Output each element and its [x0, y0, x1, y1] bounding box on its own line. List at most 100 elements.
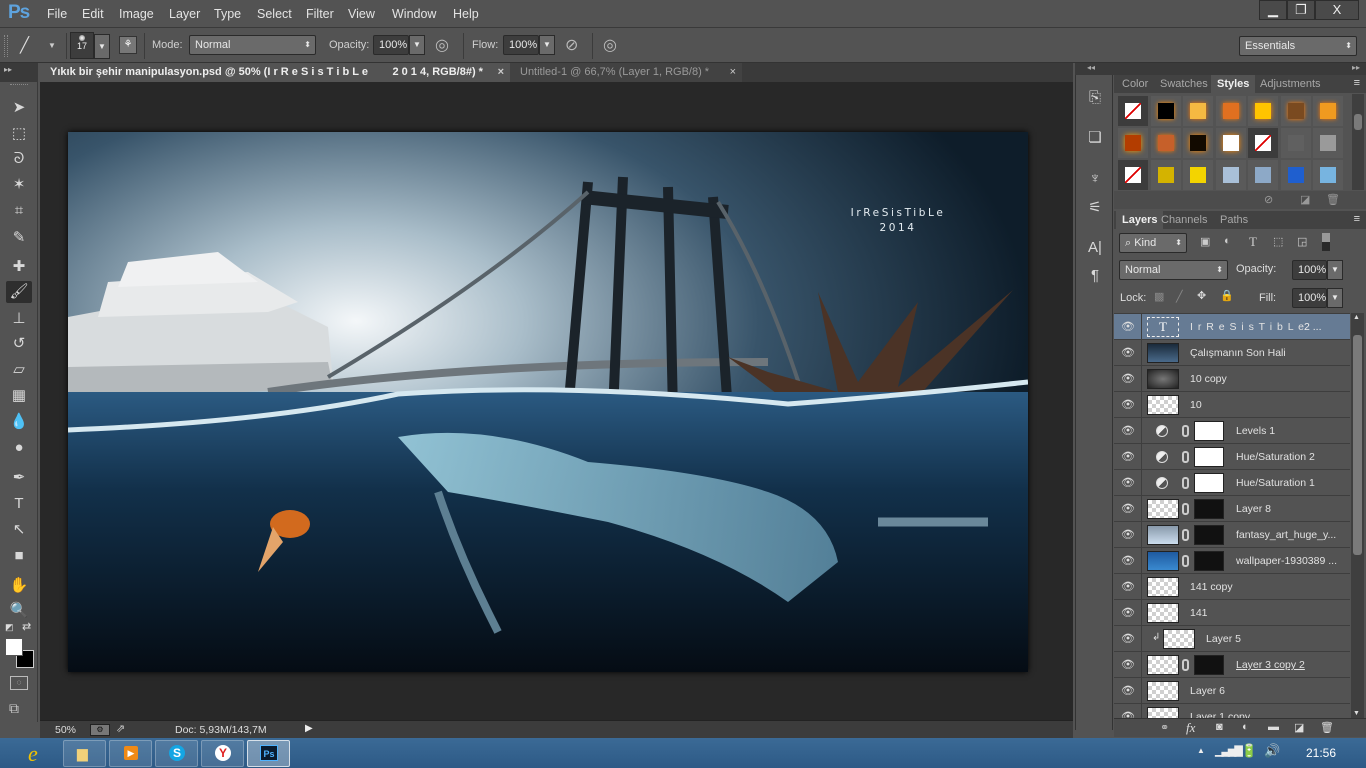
brush-size-picker[interactable]: 17 [70, 32, 94, 59]
visibility-toggle[interactable]: 👁 [1114, 496, 1142, 522]
style-swatch[interactable] [1118, 128, 1148, 158]
styles-scrollbar[interactable] [1352, 94, 1364, 190]
visibility-toggle[interactable]: 👁 [1114, 366, 1142, 392]
style-swatch[interactable] [1183, 96, 1213, 126]
delete-style-icon[interactable]: 🗑 [1326, 193, 1340, 206]
panel-menu-icon[interactable]: ≡ [1354, 213, 1360, 225]
network-icon[interactable]: ▁▃▅▇ [1215, 744, 1243, 757]
crop-tool[interactable]: ⌗ [6, 200, 32, 222]
tab-adjustments[interactable]: Adjustments [1254, 75, 1327, 93]
layer-row[interactable]: 👁 10 copy [1114, 366, 1350, 392]
visibility-toggle[interactable]: 👁 [1114, 600, 1142, 626]
menu-window[interactable]: Window [392, 7, 436, 21]
clear-style-icon[interactable]: ⊘ [1264, 193, 1273, 206]
lasso-tool[interactable]: ᘐ [6, 148, 32, 170]
layer-opacity-field[interactable]: 100% [1292, 260, 1327, 280]
visibility-toggle[interactable]: 👁 [1114, 444, 1142, 470]
layers-scrollbar[interactable]: ▲ ▼ [1351, 313, 1364, 718]
internet-explorer-icon[interactable]: e [28, 741, 38, 767]
path-selection-tool[interactable]: ↖ [6, 519, 32, 541]
menu-help[interactable]: Help [453, 7, 479, 21]
layer-opacity-dropdown[interactable]: ▼ [1327, 260, 1343, 280]
tab-document-active[interactable]: Yıkık bir şehir manipulasyon.psd @ 50% (… [40, 63, 510, 82]
restore-button[interactable]: ❐ [1287, 0, 1315, 20]
filter-pixel-icon[interactable]: ▣ [1200, 235, 1210, 248]
filter-shape-icon[interactable]: ⬚ [1273, 235, 1283, 248]
style-swatch[interactable] [1183, 128, 1213, 158]
style-swatch[interactable] [1215, 160, 1246, 190]
style-swatch[interactable] [1248, 160, 1278, 190]
style-swatch[interactable] [1215, 128, 1246, 158]
expand-panels-icon[interactable]: ▸▸ [1352, 63, 1360, 72]
menu-image[interactable]: Image [119, 7, 154, 21]
gradient-tool[interactable]: ▦ [6, 385, 32, 407]
menu-edit[interactable]: Edit [82, 7, 104, 21]
brush-panel-toggle-icon[interactable]: ⚘ [119, 36, 137, 54]
visibility-toggle[interactable]: 👁 [1114, 522, 1142, 548]
style-swatch[interactable] [1313, 128, 1343, 158]
move-tool[interactable]: ➤ [6, 97, 32, 119]
style-swatch[interactable] [1248, 128, 1278, 158]
magic-wand-tool[interactable]: ✶ [6, 174, 32, 196]
minimize-button[interactable]: ▁ [1259, 0, 1287, 20]
style-swatch[interactable] [1215, 96, 1246, 126]
taskbar-file-explorer[interactable]: ▆ [63, 740, 106, 767]
layer-row[interactable]: 👁 Hue/Saturation 1 [1114, 470, 1350, 496]
layer-row[interactable]: 👁 fantasy_art_huge_y... [1114, 522, 1350, 548]
lock-all-icon[interactable]: 🔒 [1220, 289, 1234, 302]
adjustment-icon[interactable]: ◐ [1242, 721, 1249, 733]
document-canvas[interactable]: IrReSisTibLe 2014 [68, 132, 1028, 672]
workspace-switcher[interactable]: Essentials ⬍ [1239, 36, 1357, 56]
layer-row[interactable]: 👁 141 copy [1114, 574, 1350, 600]
visibility-toggle[interactable]: 👁 [1114, 418, 1142, 444]
layer-row[interactable]: 👁 Levels 1 [1114, 418, 1350, 444]
paragraph-panel-icon[interactable]: ¶ [1084, 265, 1106, 287]
marquee-tool[interactable]: ⬚ [6, 123, 32, 145]
visibility-toggle[interactable]: 👁 [1114, 574, 1142, 600]
visibility-toggle[interactable]: 👁 [1114, 548, 1142, 574]
tab-swatches[interactable]: Swatches [1154, 75, 1214, 93]
style-swatch[interactable] [1118, 160, 1148, 190]
visibility-toggle[interactable]: 👁 [1114, 340, 1142, 366]
taskbar-photoshop[interactable]: Ps [247, 740, 290, 767]
close-button[interactable]: X [1315, 0, 1359, 20]
menu-type[interactable]: Type [214, 7, 241, 21]
style-swatch[interactable] [1150, 160, 1181, 190]
mode-select[interactable]: Normal ⬍ [189, 35, 316, 55]
visibility-toggle[interactable]: 👁 [1114, 392, 1142, 418]
style-swatch[interactable] [1118, 96, 1148, 126]
pressure-opacity-icon[interactable]: ◎ [435, 35, 449, 55]
close-tab-icon[interactable]: × [730, 63, 736, 82]
style-swatch[interactable] [1150, 128, 1181, 158]
style-swatch[interactable] [1183, 160, 1213, 190]
timeline-toggle-icon[interactable]: ⚙ [90, 724, 110, 736]
style-swatch[interactable] [1248, 96, 1278, 126]
new-style-icon[interactable]: ◪ [1300, 193, 1310, 206]
toolbar-collapse-button[interactable]: ▸▸ [0, 63, 38, 82]
fx-icon[interactable]: fx [1186, 720, 1195, 736]
style-swatch[interactable] [1313, 96, 1343, 126]
opacity-field[interactable]: 100% [373, 35, 409, 55]
lock-position-icon[interactable]: ✥ [1197, 289, 1206, 302]
eraser-tool[interactable]: ▱ [6, 359, 32, 381]
layer-row[interactable]: 👁 Layer 1 copy [1114, 704, 1350, 718]
new-layer-icon[interactable]: ◪ [1294, 721, 1304, 734]
history-brush-tool[interactable]: ↺ [6, 333, 32, 355]
brush-presets-icon[interactable]: ♆ [1084, 168, 1106, 190]
close-tab-icon[interactable]: × [498, 63, 504, 82]
layer-row[interactable]: 👁 Çalışmanın Son Hali [1114, 340, 1350, 366]
clock[interactable]: 21:56 [1306, 746, 1336, 760]
style-swatch[interactable] [1313, 160, 1343, 190]
style-swatch[interactable] [1280, 128, 1311, 158]
menu-select[interactable]: Select [257, 7, 292, 21]
visibility-toggle[interactable]: 👁 [1114, 678, 1142, 704]
eyedropper-tool[interactable]: ✎ [6, 227, 32, 249]
visibility-toggle[interactable]: 👁 [1114, 314, 1142, 340]
pressure-size-icon[interactable]: ◎ [603, 35, 617, 55]
pen-tool[interactable]: ✒ [6, 467, 32, 489]
folder-icon[interactable]: ▬ [1268, 721, 1279, 733]
default-colors-icon[interactable]: ◩ [5, 622, 14, 633]
grip-handle[interactable] [10, 84, 28, 87]
type-tool[interactable]: T [6, 493, 32, 515]
layer-row[interactable]: 👁 Layer 8 [1114, 496, 1350, 522]
